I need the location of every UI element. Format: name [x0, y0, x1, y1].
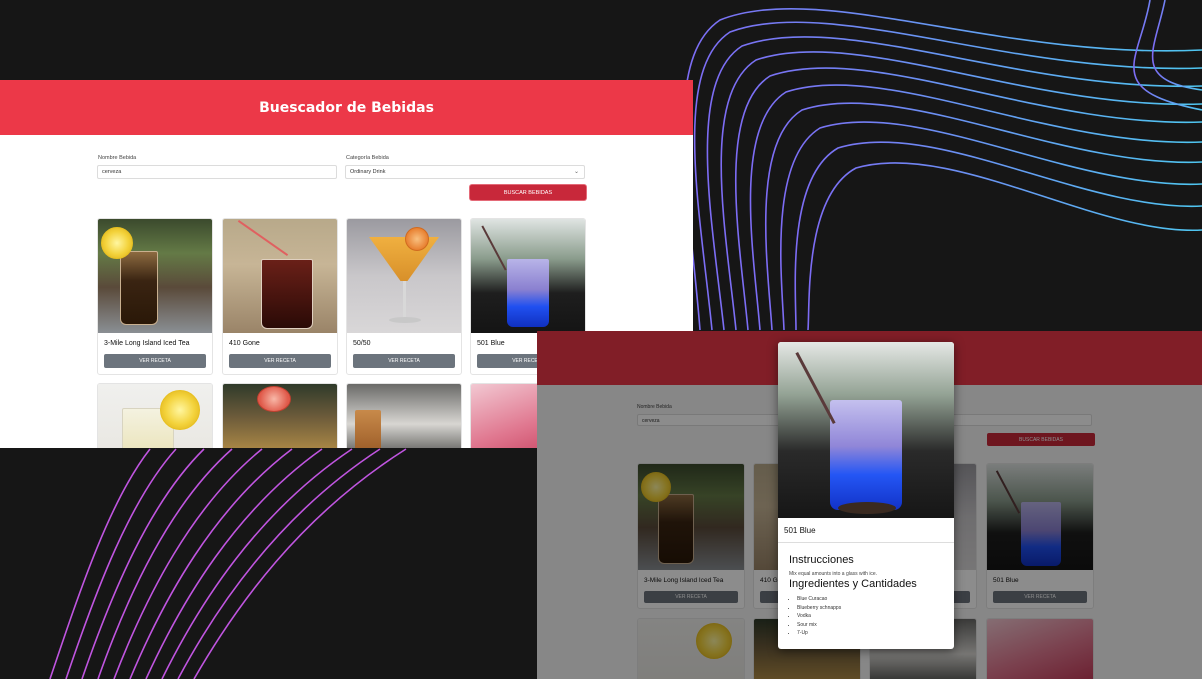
view-recipe-button[interactable]: VER RECETA: [353, 354, 455, 368]
ingredients-list: Blue Curacao Blueberry schnapps Vodka So…: [797, 596, 841, 639]
instructions-heading: Instrucciones: [789, 554, 854, 566]
modal-title: 501 Blue: [784, 526, 816, 535]
instructions-text: Mix equal amounts into a glass with ice.: [789, 571, 878, 577]
drink-card: 410 Gone VER RECETA: [222, 218, 338, 375]
ingredient-item: Blueberry schnapps: [797, 605, 841, 614]
category-label: Categoría Bebida: [346, 155, 389, 161]
category-select[interactable]: Ordinary Drink ⌄: [345, 165, 585, 179]
drink-card: 50/50 VER RECETA: [346, 218, 462, 375]
drink-image: [98, 219, 212, 333]
drink-name: 50/50: [353, 340, 371, 347]
app-header: Buescador de Bebidas: [0, 80, 693, 135]
ingredient-item: Sour mix: [797, 622, 841, 631]
name-label: Nombre Bebida: [98, 155, 137, 161]
name-input[interactable]: cerveza: [97, 165, 337, 179]
ingredients-heading: Ingredientes y Cantidades: [789, 578, 917, 590]
ingredient-item: 7-Up: [797, 630, 841, 639]
divider: [778, 542, 954, 543]
drink-image: [471, 219, 585, 333]
drink-card: 3-Mile Long Island Iced Tea VER RECETA: [97, 218, 213, 375]
ingredient-item: Vodka: [797, 613, 841, 622]
drink-card: [97, 383, 213, 448]
drink-image: [223, 384, 337, 448]
drink-image: [223, 219, 337, 333]
drink-card: [222, 383, 338, 448]
drink-image: [347, 384, 461, 448]
search-drinks-button[interactable]: BUSCAR BEBIDAS: [470, 185, 586, 200]
chevron-down-icon: ⌄: [573, 169, 579, 175]
recipe-modal: 501 Blue Instrucciones Mix equal amounts…: [778, 342, 954, 649]
app-title: Buescador de Bebidas: [259, 99, 434, 116]
drink-image: [98, 384, 212, 448]
view-recipe-button[interactable]: VER RECETA: [229, 354, 331, 368]
ingredient-item: Blue Curacao: [797, 596, 841, 605]
drink-name: 3-Mile Long Island Iced Tea: [104, 340, 190, 347]
drink-name: 501 Blue: [477, 340, 505, 347]
drink-name: 410 Gone: [229, 340, 260, 347]
modal-drink-image: [778, 342, 954, 518]
category-select-value: Ordinary Drink: [350, 169, 386, 175]
drink-image: [347, 219, 461, 333]
drink-card: [346, 383, 462, 448]
view-recipe-button[interactable]: VER RECETA: [104, 354, 206, 368]
